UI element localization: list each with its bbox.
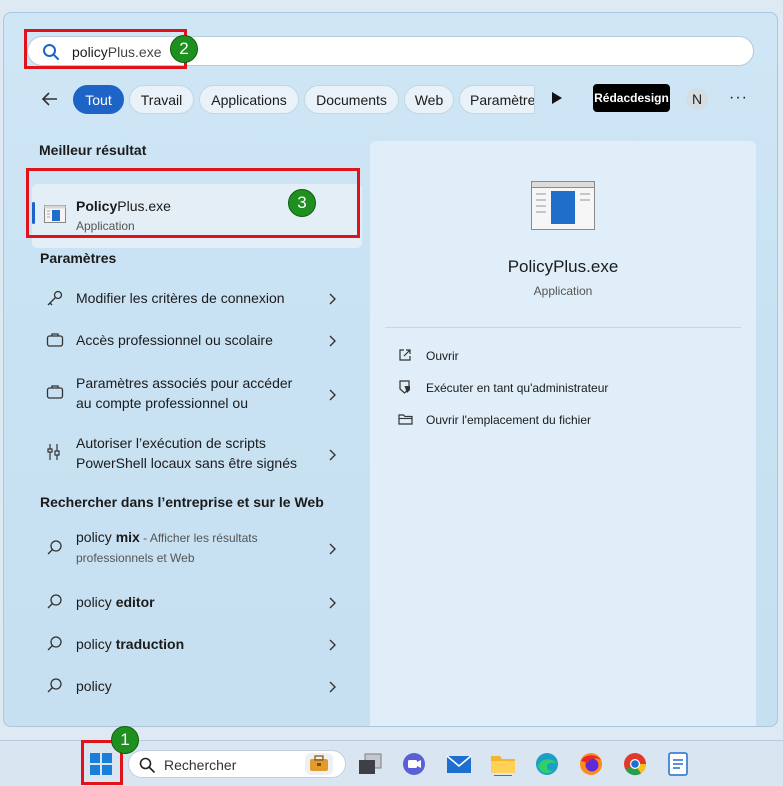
suggestion-prefix: policy — [76, 636, 116, 652]
settings-item-line2: PowerShell locaux sans être signés — [76, 455, 298, 471]
more-options-button[interactable]: ··· — [729, 89, 748, 107]
best-match-title: Meilleur résultat — [39, 142, 147, 158]
tab-parametres[interactable]: Paramètre — [459, 85, 535, 114]
step-badge-1: 1 — [111, 726, 139, 754]
briefcase-icon — [46, 333, 64, 347]
settings-item-powershell[interactable]: Autoriser l’exécution de scripts PowerSh… — [32, 433, 362, 477]
chevron-right-icon — [329, 681, 336, 693]
settings-item-line2: au compte professionnel ou — [76, 395, 248, 411]
settings-item-work-access[interactable]: Accès professionnel ou scolaire — [32, 325, 362, 357]
chevron-right-icon — [329, 389, 336, 401]
notepad-icon[interactable] — [667, 751, 689, 777]
key-icon — [47, 290, 63, 306]
taskbar-search-placeholder: Rechercher — [164, 757, 237, 773]
firefox-icon[interactable] — [578, 752, 604, 776]
action-open-file-location[interactable]: Ouvrir l'emplacement du fichier — [398, 412, 728, 432]
web-suggestion-item[interactable]: policy — [32, 671, 362, 703]
shield-icon — [399, 380, 410, 394]
chevron-right-icon — [329, 335, 336, 347]
start-search-panel: policyPlus.exe Tout Travail Applications… — [3, 12, 778, 727]
web-section-title: Rechercher dans l’entreprise et sur le W… — [40, 494, 324, 510]
back-arrow-icon[interactable] — [40, 89, 60, 109]
web-suggestion-label: policy traduction — [76, 634, 326, 654]
action-label: Ouvrir l'emplacement du fichier — [426, 413, 592, 427]
application-large-icon — [531, 181, 595, 230]
mail-icon[interactable] — [446, 753, 472, 775]
web-suggestion-label: policy mix - Afficher les résultats prof… — [76, 527, 326, 568]
suggestion-bold: traduction — [115, 636, 185, 652]
suggestion-suffix: - Afficher les résultats — [139, 531, 258, 545]
suggestion-prefix: policy — [76, 594, 116, 610]
action-label: Ouvrir — [426, 349, 459, 363]
search-icon — [47, 636, 62, 651]
chevron-right-icon — [329, 293, 336, 305]
chrome-icon[interactable] — [622, 752, 648, 776]
web-suggestion-label: policy editor — [76, 592, 326, 612]
details-divider — [385, 327, 741, 328]
edge-browser-icon[interactable] — [534, 752, 560, 776]
action-run-as-admin[interactable]: Exécuter en tant qu'administrateur — [398, 380, 728, 400]
details-pane: PolicyPlus.exe Application Ouvrir Exécut… — [370, 141, 756, 726]
web-suggestion-item[interactable]: policy mix - Afficher les résultats prof… — [32, 527, 362, 571]
settings-item-sign-in[interactable]: Modifier les critères de connexion — [32, 283, 362, 315]
briefcase-icon — [46, 385, 64, 399]
web-suggestion-item[interactable]: policy traduction — [32, 629, 362, 661]
details-app-name: PolicyPlus.exe — [507, 257, 619, 276]
folder-icon — [398, 414, 413, 425]
settings-item-work-account[interactable]: Paramètres associés pour accéder au comp… — [32, 373, 362, 417]
search-icon — [47, 540, 62, 555]
chevron-right-icon — [329, 543, 336, 555]
web-suggestion-label: policy — [76, 678, 112, 694]
taskbar-search-box[interactable]: Rechercher — [128, 750, 346, 778]
action-open[interactable]: Ouvrir — [398, 348, 728, 368]
settings-section-title: Paramètres — [40, 250, 117, 266]
scroll-right-icon[interactable] — [552, 92, 562, 104]
teams-chat-icon[interactable] — [401, 752, 427, 776]
search-icon — [139, 757, 155, 773]
task-view-icon[interactable] — [357, 752, 383, 776]
action-label: Exécuter en tant qu'administrateur — [426, 381, 609, 395]
step-badge-2: 2 — [170, 35, 198, 63]
chevron-right-icon — [329, 597, 336, 609]
avatar[interactable]: N — [686, 88, 708, 110]
suggestion-bold: editor — [115, 594, 155, 610]
briefcase-icon — [305, 753, 333, 775]
settings-item-label: Modifier les critères de connexion — [76, 290, 285, 306]
search-icon — [47, 594, 62, 609]
settings-item-line1: Paramètres associés pour accéder — [76, 375, 293, 391]
details-app-type: Application — [533, 284, 593, 298]
tab-applications[interactable]: Applications — [199, 85, 299, 114]
settings-item-label: Autoriser l’exécution de scripts PowerSh… — [76, 433, 326, 473]
suggestion-bold: mix — [115, 529, 140, 545]
suggestion-sub: professionnels et Web — [76, 551, 195, 565]
tab-tout[interactable]: Tout — [73, 85, 124, 114]
open-external-icon — [399, 349, 411, 361]
tab-documents[interactable]: Documents — [304, 85, 399, 114]
search-icon — [47, 678, 62, 693]
suggestion-prefix: policy — [76, 529, 116, 545]
org-brand-button[interactable]: Rédacdesign — [593, 84, 670, 112]
tab-travail[interactable]: Travail — [129, 85, 194, 114]
settings-item-line1: Autoriser l’exécution de scripts — [76, 435, 266, 451]
settings-item-label: Paramètres associés pour accéder au comp… — [76, 373, 326, 413]
settings-item-label: Accès professionnel ou scolaire — [76, 332, 273, 348]
chevron-right-icon — [329, 449, 336, 461]
tab-web[interactable]: Web — [404, 85, 454, 114]
developer-tools-icon — [47, 444, 60, 460]
filter-bar: Tout Travail Applications Documents Web … — [32, 83, 767, 115]
web-suggestion-item[interactable]: policy editor — [32, 587, 362, 619]
file-explorer-icon[interactable] — [490, 752, 516, 776]
chevron-right-icon — [329, 639, 336, 651]
highlight-box-search — [24, 29, 187, 69]
step-badge-3: 3 — [288, 189, 316, 217]
